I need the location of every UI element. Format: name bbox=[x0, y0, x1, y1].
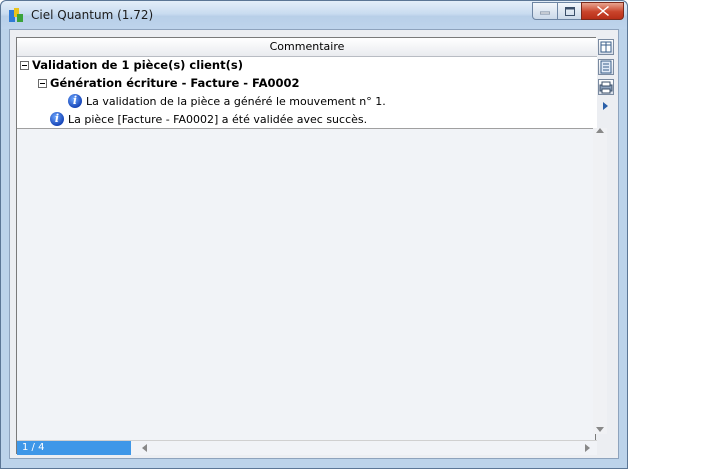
window-title: Ciel Quantum (1.72) bbox=[31, 8, 154, 22]
scroll-left-icon[interactable] bbox=[142, 444, 147, 452]
print-icon bbox=[599, 81, 613, 94]
title-bar[interactable]: Ciel Quantum (1.72) bbox=[1, 1, 627, 29]
tree-row-label: La pièce [Facture - FA0002] a été validé… bbox=[68, 113, 368, 126]
columns-config-button[interactable] bbox=[598, 39, 614, 55]
scroll-down-icon[interactable] bbox=[596, 427, 604, 432]
minimize-button[interactable] bbox=[532, 2, 558, 20]
minus-expander-icon[interactable] bbox=[20, 61, 29, 70]
scroll-right-icon[interactable] bbox=[585, 444, 590, 452]
print-button[interactable] bbox=[598, 79, 614, 95]
minimize-icon bbox=[540, 11, 550, 15]
log-grid: Commentaire Validation de 1 pièce(s) cli… bbox=[16, 37, 597, 455]
tree-row[interactable]: Validation de 1 pièce(s) client(s) bbox=[17, 57, 597, 74]
scroll-up-icon[interactable] bbox=[596, 128, 604, 133]
tree-row[interactable]: i La pièce [Facture - FA0002] a été vali… bbox=[17, 111, 597, 128]
tree-row[interactable]: i La validation de la pièce a généré le … bbox=[17, 93, 597, 110]
grid-body: Validation de 1 pièce(s) client(s) Génér… bbox=[17, 57, 597, 129]
maximize-button[interactable] bbox=[557, 2, 582, 20]
horizontal-scrollbar[interactable] bbox=[133, 441, 597, 455]
status-bar: 1 / 4 bbox=[17, 440, 597, 455]
page-indicator: 1 / 4 bbox=[17, 441, 131, 455]
info-icon: i bbox=[68, 94, 82, 108]
client-area: Commentaire Validation de 1 pièce(s) cli… bbox=[9, 29, 619, 459]
info-icon: i bbox=[50, 112, 64, 126]
tree-row-label: La validation de la pièce a généré le mo… bbox=[86, 95, 386, 108]
ciel-app-icon bbox=[9, 8, 23, 22]
close-icon bbox=[596, 6, 609, 16]
tree-row-label: Validation de 1 pièce(s) client(s) bbox=[32, 58, 243, 72]
columns-config-icon bbox=[600, 41, 612, 53]
maximize-icon bbox=[564, 6, 575, 16]
expand-arrow-icon bbox=[603, 102, 608, 110]
vertical-scrollbar[interactable] bbox=[593, 128, 607, 434]
app-window: Ciel Quantum (1.72) Commentaire Validati… bbox=[0, 0, 628, 469]
export-icon bbox=[600, 60, 612, 74]
close-button[interactable] bbox=[581, 2, 624, 20]
column-header-commentaire[interactable]: Commentaire bbox=[17, 38, 597, 57]
minus-expander-icon[interactable] bbox=[38, 79, 47, 88]
tree-row-label: Génération écriture - Facture - FA0002 bbox=[50, 76, 300, 90]
export-button[interactable] bbox=[598, 59, 614, 75]
expand-arrow-button[interactable] bbox=[598, 99, 614, 115]
tree-row[interactable]: Génération écriture - Facture - FA0002 bbox=[17, 75, 597, 92]
